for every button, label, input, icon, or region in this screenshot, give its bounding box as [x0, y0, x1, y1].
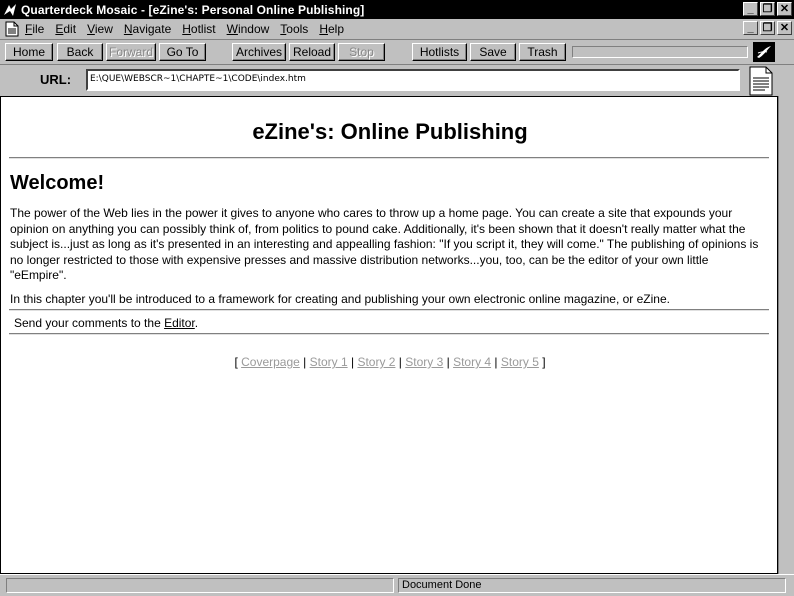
status-bar: Document Done	[0, 574, 794, 596]
menu-tools[interactable]: Tools	[280, 22, 308, 36]
close-button[interactable]: ✕	[777, 2, 792, 16]
intro-paragraph: The power of the Web lies in the power i…	[10, 206, 759, 283]
window-title: Quarterdeck Mosaic - [eZine's: Personal …	[21, 2, 365, 17]
menu-window[interactable]: Window	[227, 22, 270, 36]
welcome-heading: Welcome!	[10, 172, 105, 194]
comments-suffix: .	[194, 316, 199, 330]
comments-prefix: Send your comments to the	[14, 316, 165, 330]
window-controls: _ ❐ ✕	[743, 2, 792, 16]
reload-button[interactable]: Reload	[289, 43, 335, 61]
nav-link-coverpage[interactable]: Coverpage	[241, 355, 300, 369]
doc-minimize-button[interactable]: _	[743, 21, 758, 35]
menu-navigate[interactable]: Navigate	[124, 22, 171, 36]
menu-bar: File Edit View Navigate Hotlist Window T…	[0, 19, 794, 39]
page-document-icon[interactable]	[748, 66, 774, 96]
mosaic-app-icon[interactable]	[2, 2, 18, 18]
nav-separator: |	[299, 355, 310, 369]
story-navigation: [ Coverpage | Story 1 | Story 2 | Story …	[1, 355, 777, 369]
url-bar: URL: E:\QUE\WEBSCR~1\CHAPTE~1\CODE\index…	[0, 64, 794, 97]
menu-help[interactable]: Help	[319, 22, 344, 36]
vertical-scrollbar[interactable]	[778, 96, 794, 574]
forward-button[interactable]: Forward	[106, 43, 156, 61]
page-title: eZine's: Online Publishing	[252, 119, 528, 144]
doc-restore-button[interactable]: ❐	[760, 21, 775, 35]
trash-button[interactable]: Trash	[519, 43, 566, 61]
goto-button[interactable]: Go To	[159, 43, 206, 61]
chapter-paragraph: In this chapter you'll be introduced to …	[10, 292, 670, 306]
minimize-button[interactable]: _	[743, 2, 758, 16]
nav-link-story-1[interactable]: Story 1	[310, 355, 348, 369]
menu-hotlist[interactable]: Hotlist	[182, 22, 215, 36]
progress-indicator	[572, 46, 748, 58]
menu-view[interactable]: View	[87, 22, 113, 36]
comments-line: Send your comments to the Editor.	[14, 316, 198, 330]
nav-link-story-3[interactable]: Story 3	[405, 355, 443, 369]
url-label: URL:	[40, 72, 72, 87]
horizontal-rule	[9, 157, 769, 159]
doc-close-button[interactable]: ✕	[777, 21, 792, 35]
toolbar: Home Back Forward Go To Archives Reload …	[0, 39, 794, 65]
restore-button[interactable]: ❐	[760, 2, 775, 16]
nav-separator: |	[443, 355, 454, 369]
title-bar: Quarterdeck Mosaic - [eZine's: Personal …	[0, 0, 794, 19]
url-input[interactable]: E:\QUE\WEBSCR~1\CHAPTE~1\CODE\index.htm	[86, 69, 740, 91]
mosaic-logo-icon	[753, 42, 775, 62]
nav-link-story-2[interactable]: Story 2	[357, 355, 395, 369]
editor-link[interactable]: Editor	[164, 316, 195, 330]
nav-separator: |	[395, 355, 406, 369]
back-button[interactable]: Back	[57, 43, 103, 61]
menu-edit[interactable]: Edit	[55, 22, 76, 36]
document-window-controls: _ ❐ ✕	[743, 21, 792, 35]
menu-file[interactable]: File	[25, 22, 44, 36]
horizontal-rule	[9, 333, 769, 335]
stop-button[interactable]: Stop	[338, 43, 385, 61]
status-text: Document Done	[398, 578, 786, 593]
archives-button[interactable]: Archives	[232, 43, 286, 61]
home-button[interactable]: Home	[5, 43, 53, 61]
nav-separator: |	[347, 355, 358, 369]
nav-separator: |	[491, 355, 501, 369]
status-progress-pane	[6, 578, 394, 593]
document-icon[interactable]	[5, 21, 21, 37]
nav-link-story-4[interactable]: Story 4	[453, 355, 491, 369]
hotlists-button[interactable]: Hotlists	[412, 43, 467, 61]
horizontal-rule	[9, 309, 769, 311]
save-button[interactable]: Save	[470, 43, 516, 61]
nav-close-bracket: ]	[538, 355, 546, 369]
document-view[interactable]: eZine's: Online Publishing Welcome! The …	[0, 96, 778, 574]
nav-link-story-5[interactable]: Story 5	[501, 355, 539, 369]
